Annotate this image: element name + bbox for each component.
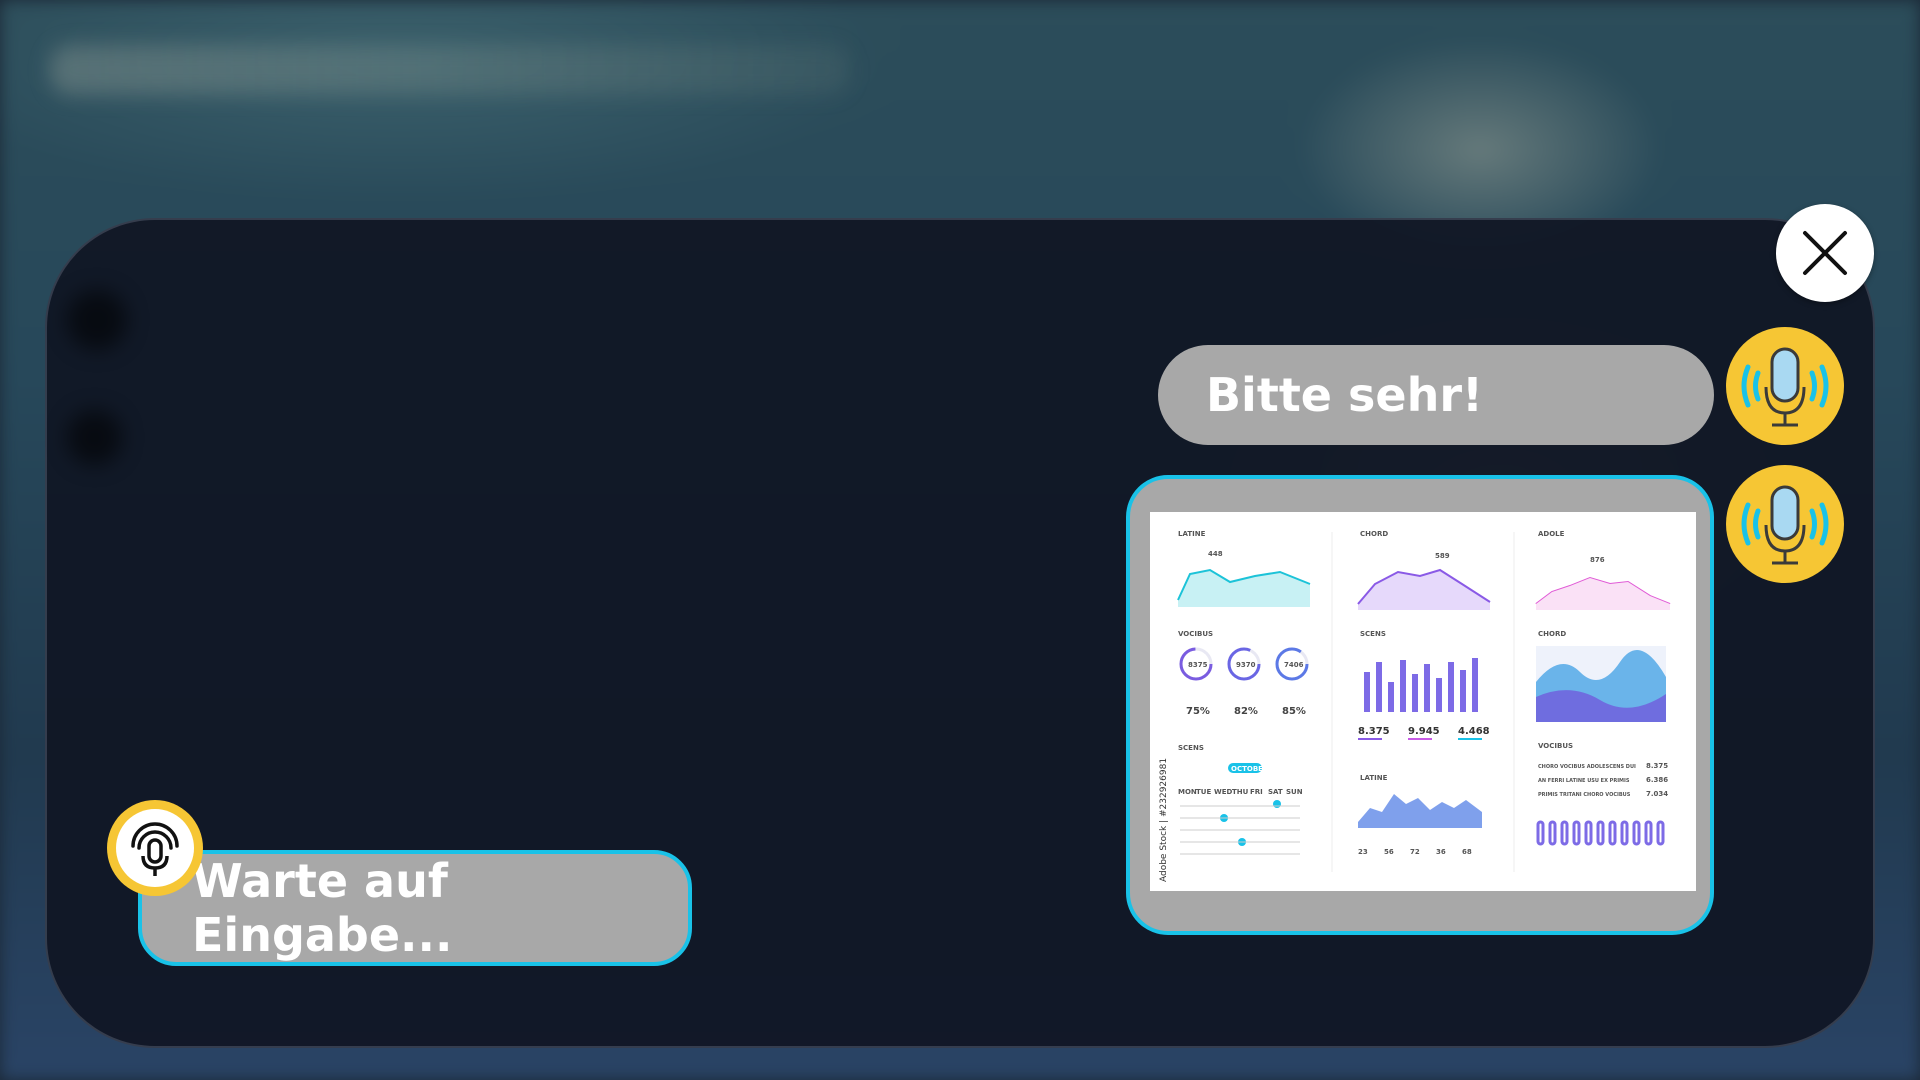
image-credit: Adobe Stock | #232926981 [1159, 758, 1169, 882]
assistant-avatar [1726, 327, 1844, 445]
ring-percent: 82% [1234, 706, 1258, 717]
weekday: SAT [1268, 788, 1283, 796]
microphone-icon [1741, 485, 1829, 565]
voice-input-button[interactable] [107, 800, 203, 896]
weekday: TUE [1196, 788, 1211, 796]
blurred-shape [67, 290, 127, 350]
dash-peak: 876 [1590, 556, 1605, 564]
voice-input-field[interactable]: Warte auf Eingabe... [138, 850, 692, 966]
calendar-month: OCTOBER [1231, 765, 1269, 773]
ring-value: 8375 [1188, 661, 1208, 669]
dash-title: CHORD [1360, 530, 1388, 538]
weekday: FRI [1250, 788, 1263, 796]
list-value: 8.375 [1646, 762, 1668, 770]
dash-peak: 448 [1208, 550, 1223, 558]
stat-value: 9.945 [1408, 726, 1440, 737]
close-button[interactable] [1776, 204, 1874, 302]
dash-title: VOCIBUS [1178, 630, 1213, 638]
list-label: AN FERRI LATINE USU EX PRIMIS [1538, 778, 1630, 784]
ring-percent: 85% [1282, 706, 1306, 717]
voice-input-status: Warte auf Eingabe... [192, 854, 453, 962]
dash-title: ADOLE [1538, 530, 1565, 538]
bottom-value: 23 [1358, 848, 1368, 856]
blurred-background-title [50, 45, 850, 95]
dash-title: CHORD [1538, 630, 1566, 638]
bottom-value: 56 [1384, 848, 1394, 856]
bottom-value: 36 [1436, 848, 1446, 856]
ring-value: 7406 [1284, 661, 1304, 669]
stat-value: 4.468 [1458, 726, 1490, 737]
list-value: 6.386 [1646, 776, 1668, 784]
list-label: CHORO VOCIBUS ADOLESCENS DUI [1538, 764, 1636, 770]
ring-value: 9370 [1236, 661, 1256, 669]
chat-image-bubble[interactable]: LATINE 448 VOCIBUS 8375 9370 7406 75% 82… [1126, 475, 1714, 935]
chat-message-bubble: Bitte sehr! [1158, 345, 1714, 445]
dash-title: VOCIBUS [1538, 742, 1573, 750]
dash-peak: 589 [1435, 552, 1450, 560]
bottom-value: 72 [1410, 848, 1420, 856]
stat-value: 8.375 [1358, 726, 1390, 737]
list-value: 7.034 [1646, 790, 1668, 798]
dashboard-image: LATINE 448 VOCIBUS 8375 9370 7406 75% 82… [1150, 512, 1696, 891]
close-icon [1803, 231, 1847, 275]
dash-title: LATINE [1360, 774, 1388, 782]
weekday: MON [1178, 788, 1197, 796]
weekday: WED [1214, 788, 1233, 796]
bottom-value: 68 [1462, 848, 1472, 856]
microphone-icon [1741, 347, 1829, 427]
weekday: SUN [1286, 788, 1303, 796]
weekday: THU [1232, 788, 1249, 796]
dash-title: SCENS [1360, 630, 1386, 638]
microphone-signal-icon [131, 822, 179, 876]
dash-title: SCENS [1178, 744, 1204, 752]
chat-message-text: Bitte sehr! [1206, 368, 1484, 422]
ring-percent: 75% [1186, 706, 1210, 717]
blurred-shape [67, 410, 122, 465]
assistant-avatar [1726, 465, 1844, 583]
dash-title: LATINE [1178, 530, 1206, 538]
list-label: PRIMIS TRITANI CHORO VOCIBUS [1538, 792, 1631, 798]
